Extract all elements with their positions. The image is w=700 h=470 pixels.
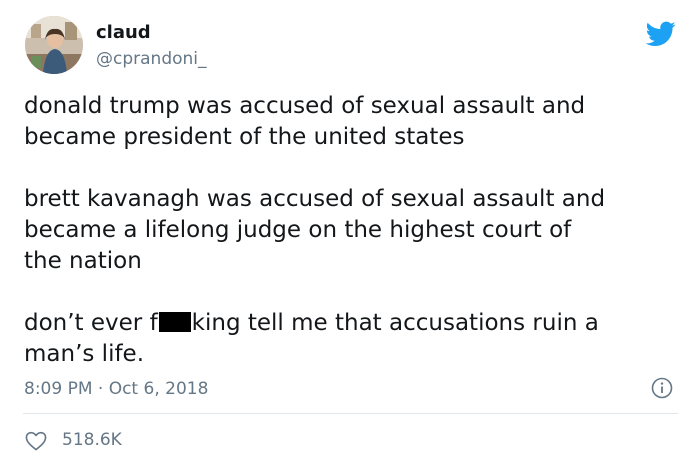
- tweet-line: donald trump was accused of sexual assau…: [24, 93, 586, 119]
- info-icon[interactable]: [651, 377, 673, 399]
- tweet-line: brett kavanagh was accused of sexual ass…: [24, 186, 606, 212]
- heart-icon[interactable]: [25, 431, 47, 451]
- twitter-bird-icon[interactable]: [645, 21, 676, 47]
- divider: [23, 413, 678, 414]
- tweet-card: claud @cprandoni_ donald trump was accus…: [0, 0, 700, 470]
- tweet-timestamp[interactable]: 8:09 PM · Oct 6, 2018: [24, 378, 208, 400]
- tweet-text: donald trump was accused of sexual assau…: [24, 91, 684, 370]
- user-handle[interactable]: @cprandoni_: [96, 48, 207, 70]
- tweet-text-fragment: king tell me that accusations ruin a: [191, 310, 599, 336]
- tweet-line: became president of the united states: [24, 124, 465, 150]
- like-count[interactable]: 518.6K: [62, 429, 122, 451]
- tweet-line: man’s life.: [24, 341, 145, 367]
- tweet-line: don’t ever f king tell me that accusation…: [24, 308, 684, 339]
- profile-photo-icon: [25, 16, 83, 74]
- avatar[interactable]: [25, 16, 83, 74]
- tweet-text-fragment: don’t ever f: [24, 310, 158, 336]
- display-name[interactable]: claud: [96, 22, 151, 44]
- tweet-line: became a lifelong judge on the highest c…: [24, 217, 572, 243]
- redaction-bar: [158, 312, 191, 332]
- tweet-line: the nation: [24, 248, 142, 274]
